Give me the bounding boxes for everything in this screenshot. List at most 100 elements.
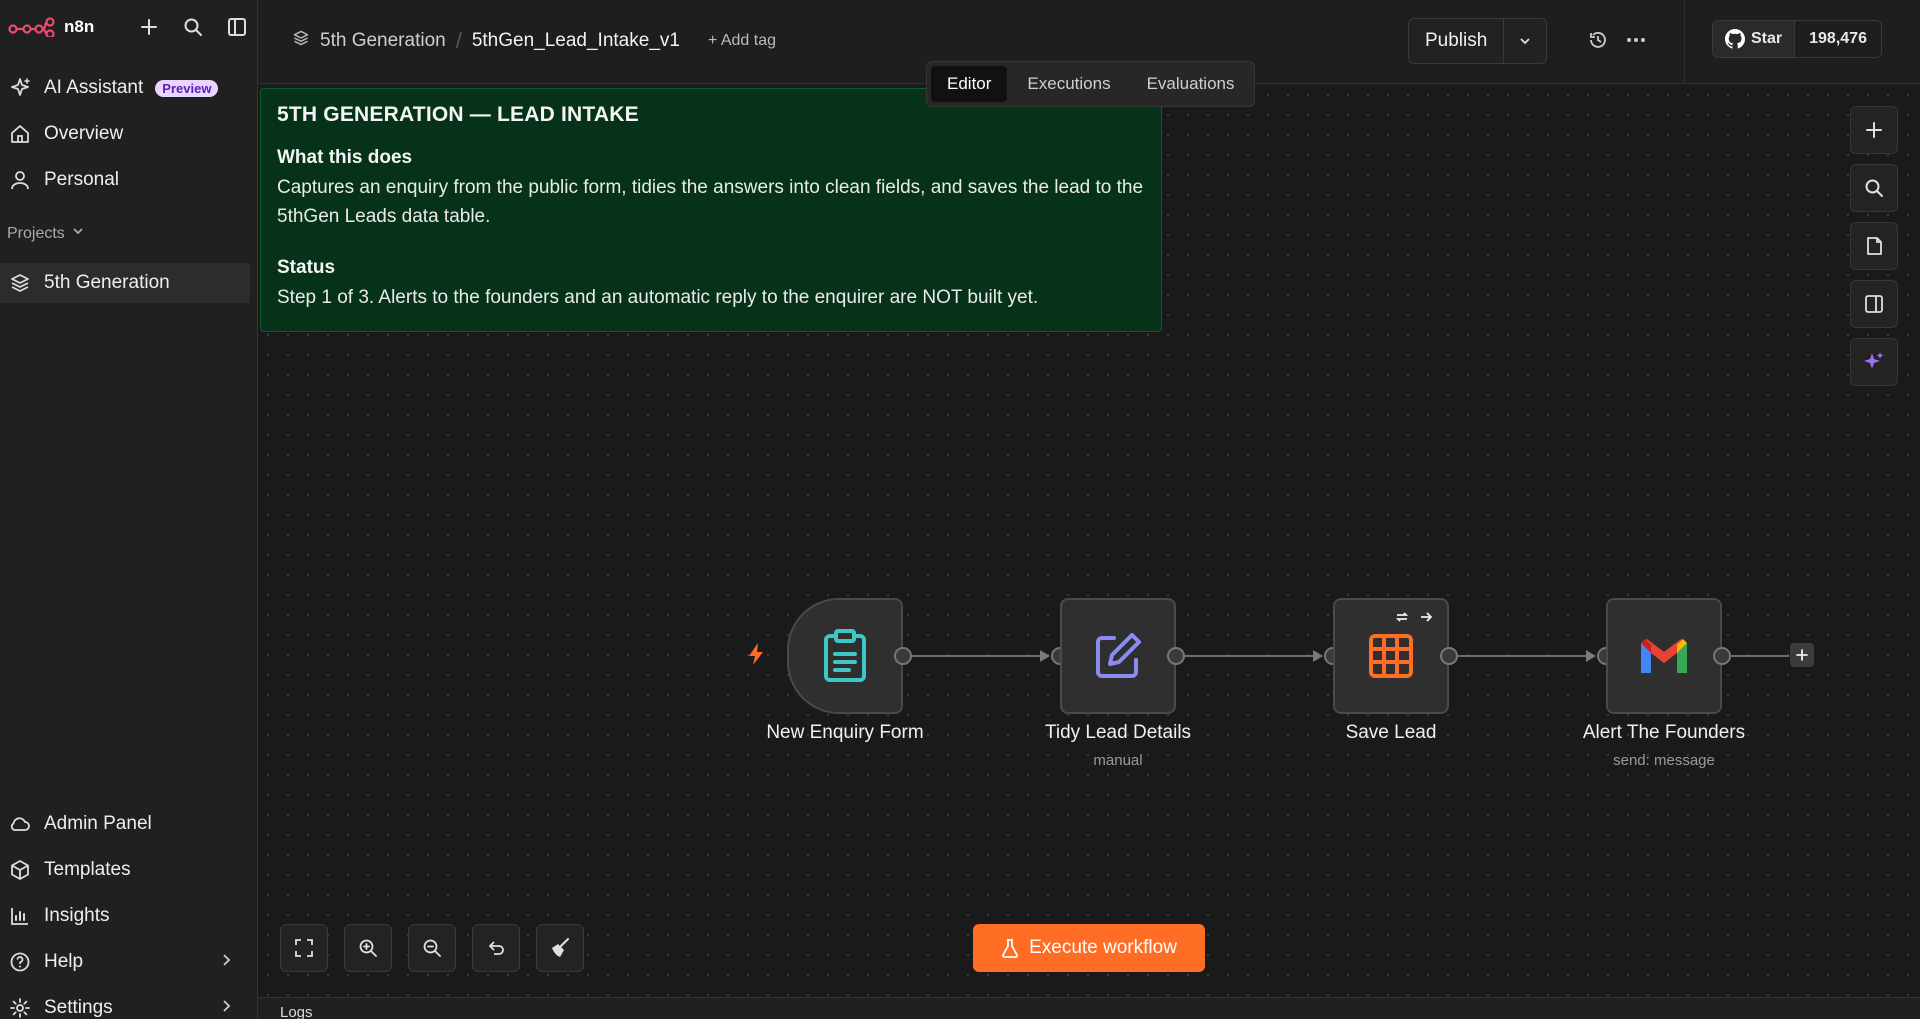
projects-label: Projects	[7, 224, 65, 242]
connection-edge	[1185, 655, 1317, 657]
sidebar-header-actions	[137, 15, 249, 39]
output-port[interactable]	[1167, 647, 1185, 665]
zoom-in-button[interactable]	[344, 924, 392, 972]
zoom-out-icon	[423, 939, 441, 957]
zoom-out-button[interactable]	[408, 924, 456, 972]
sidebar-item-label: Templates	[44, 859, 131, 880]
tab-evaluations[interactable]: Evaluations	[1131, 66, 1251, 102]
breadcrumb: 5th Generation / 5thGen_Lead_Intake_v1 +…	[292, 28, 776, 54]
box-icon	[8, 858, 32, 882]
node-status-icons	[1395, 610, 1433, 624]
add-next-node-button[interactable]	[1790, 643, 1814, 667]
github-star-button[interactable]: Star	[1713, 21, 1796, 57]
output-port[interactable]	[1440, 647, 1458, 665]
sidebar-item-settings[interactable]: Settings	[0, 988, 250, 1019]
toggle-panel-button[interactable]	[1850, 280, 1898, 328]
preview-badge: Preview	[155, 79, 219, 97]
sidebar-item-label: Overview	[44, 123, 124, 144]
search-icon[interactable]	[181, 15, 205, 39]
chevron-down-icon	[1520, 38, 1530, 45]
sidebar-item-insights[interactable]: Insights	[0, 896, 250, 936]
history-icon[interactable]	[1586, 28, 1610, 52]
connection-arrow	[1586, 650, 1596, 662]
tidy-up-button[interactable]	[536, 924, 584, 972]
home-icon	[8, 122, 32, 146]
sticky-note-button[interactable]	[1850, 222, 1898, 270]
connection-edge	[1458, 655, 1590, 657]
add-node-button[interactable]	[1850, 106, 1898, 154]
plus-icon[interactable]	[137, 15, 161, 39]
repeat-icon	[1395, 612, 1409, 622]
publish-button[interactable]: Publish	[1409, 19, 1505, 63]
workflow-name[interactable]: 5thGen_Lead_Intake_v1	[472, 30, 680, 52]
add-tag-button[interactable]: + Add tag	[708, 32, 776, 50]
view-tabs: Editor Executions Evaluations	[926, 61, 1256, 107]
node-label: Save Lead	[1345, 722, 1437, 743]
sidebar-item-project-5th-generation[interactable]: 5th Generation	[0, 263, 250, 303]
sticky-paragraph-description: Captures an enquiry from the public form…	[277, 177, 1144, 227]
breadcrumb-project[interactable]: 5th Generation	[320, 30, 446, 52]
output-port[interactable]	[1713, 647, 1731, 665]
connection-edge	[912, 655, 1044, 657]
sidebar-item-templates[interactable]: Templates	[0, 850, 250, 890]
tab-editor[interactable]: Editor	[931, 66, 1008, 102]
publish-button-group: Publish	[1408, 18, 1548, 64]
sidebar-item-help[interactable]: Help	[0, 942, 250, 982]
execute-workflow-button[interactable]: Execute workflow	[973, 924, 1205, 972]
logs-panel-bar[interactable]: Logs	[258, 997, 1920, 1019]
connection-arrow	[1040, 650, 1050, 662]
plus-icon	[1866, 122, 1882, 138]
sparkles-icon	[8, 76, 32, 100]
sidebar-item-label: Personal	[44, 169, 119, 190]
sidebar: n8n AI Assistant Preview Overview Person…	[0, 0, 258, 1019]
node-new-enquiry-form[interactable]	[787, 598, 903, 714]
header-divider	[1684, 0, 1685, 84]
node-subtitle: manual	[1093, 752, 1143, 769]
edit-icon	[1096, 633, 1141, 678]
breadcrumb-separator: /	[455, 28, 462, 53]
sidebar-item-admin-panel[interactable]: Admin Panel	[0, 804, 250, 844]
layers-icon	[8, 271, 32, 295]
projects-section-header[interactable]: Projects	[7, 224, 85, 243]
sticky-heading-status: Status	[277, 257, 336, 278]
sticky-paragraph-status: Step 1 of 3. Alerts to the founders and …	[277, 287, 1039, 308]
undo-icon	[488, 941, 504, 955]
sticky-note[interactable]: 5TH GENERATION — LEAD INTAKE What this d…	[260, 88, 1162, 332]
more-options-icon[interactable]	[1624, 28, 1648, 52]
publish-dropdown-button[interactable]	[1504, 19, 1546, 63]
panel-icon	[1865, 295, 1883, 313]
github-star-widget[interactable]: Star 198,476	[1712, 20, 1882, 58]
node-subtitle: send: message	[1613, 752, 1715, 769]
gear-icon	[8, 996, 32, 1019]
flask-icon	[1002, 939, 1019, 958]
undo-button[interactable]	[472, 924, 520, 972]
execute-workflow-label: Execute workflow	[1029, 937, 1177, 958]
ai-sparkle-button[interactable]	[1850, 338, 1898, 386]
connection-edge	[1731, 655, 1789, 657]
tab-executions[interactable]: Executions	[1011, 66, 1126, 102]
sidebar-item-label: 5th Generation	[44, 272, 170, 293]
node-save-lead[interactable]	[1333, 598, 1449, 714]
sidebar-item-label: Admin Panel	[44, 813, 152, 834]
layers-icon	[292, 29, 310, 53]
sidebar-item-personal[interactable]: Personal	[0, 160, 250, 200]
node-label: New Enquiry Form	[766, 722, 924, 743]
github-icon	[1725, 29, 1745, 49]
user-icon	[8, 168, 32, 192]
sidebar-toggle-icon[interactable]	[225, 15, 249, 39]
chevron-right-icon	[220, 997, 232, 1019]
sparkle-icon	[1864, 352, 1884, 369]
node-label: Alert The Founders	[1582, 722, 1746, 743]
node-alert-the-founders[interactable]	[1606, 598, 1722, 714]
sidebar-item-overview[interactable]: Overview	[0, 114, 250, 154]
n8n-logo[interactable]: n8n	[8, 17, 94, 37]
zoom-in-icon	[359, 939, 377, 957]
fit-view-button[interactable]	[280, 924, 328, 972]
sidebar-item-label: AI Assistant	[44, 77, 144, 98]
node-tidy-lead-details[interactable]	[1060, 598, 1176, 714]
sidebar-item-ai-assistant[interactable]: AI Assistant Preview	[0, 68, 250, 108]
output-port[interactable]	[894, 647, 912, 665]
chevron-right-icon	[220, 951, 232, 973]
github-star-count: 198,476	[1795, 21, 1881, 57]
search-nodes-button[interactable]	[1850, 164, 1898, 212]
